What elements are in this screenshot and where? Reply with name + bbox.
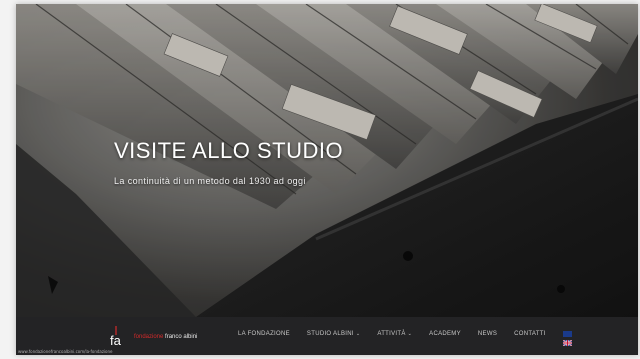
logo-wordmark-part2: franco albini (165, 334, 198, 340)
nav-item-attivita[interactable]: ATTIVITÀ ⌄ (377, 331, 412, 337)
chevron-down-icon: ⌄ (407, 331, 413, 337)
chevron-down-icon: ⌄ (355, 331, 361, 337)
nav-item-label: LA FONDAZIONE (238, 331, 290, 337)
status-bar-url: www.fondazionefrancoalbini.com/la-fondaz… (18, 349, 113, 354)
logo-wordmark-part1: fondazione (134, 334, 164, 340)
nav-item-news[interactable]: NEWS (478, 331, 497, 337)
hero-title: VISITE ALLO STUDIO (114, 138, 344, 163)
svg-text:fa: fa (110, 333, 122, 348)
nav-item-contatti[interactable]: CONTATTI (514, 331, 546, 337)
logo-mark-icon: fa (108, 326, 130, 348)
browser-window: VISITE ALLO STUDIO La continuità di un m… (16, 4, 638, 355)
site-logo[interactable]: fa fondazione franco albini (108, 326, 197, 348)
hero-banner: VISITE ALLO STUDIO La continuità di un m… (16, 4, 638, 317)
primary-menu: LA FONDAZIONE STUDIO ALBINI ⌄ ATTIVITÀ ⌄ A… (238, 331, 572, 347)
logo-wordmark: fondazione franco albini (134, 334, 197, 340)
nav-item-label: CONTATTI (514, 331, 546, 337)
hero-subtitle: La continuità di un metodo dal 1930 ad o… (114, 176, 306, 186)
nav-item-label: STUDIO ALBINI (306, 331, 354, 337)
nav-item-academy[interactable]: ACADEMY (429, 331, 461, 337)
nav-item-la-fondazione[interactable]: LA FONDAZIONE (238, 331, 290, 337)
uk-flag-icon[interactable] (562, 331, 572, 347)
main-navbar: fa fondazione franco albini LA FONDAZION… (16, 317, 638, 355)
nav-item-label: NEWS (477, 331, 498, 337)
nav-item-label: ACADEMY (429, 331, 461, 337)
nav-item-label: ATTIVITÀ (377, 331, 406, 337)
nav-item-studio-albini[interactable]: STUDIO ALBINI ⌄ (307, 331, 360, 337)
